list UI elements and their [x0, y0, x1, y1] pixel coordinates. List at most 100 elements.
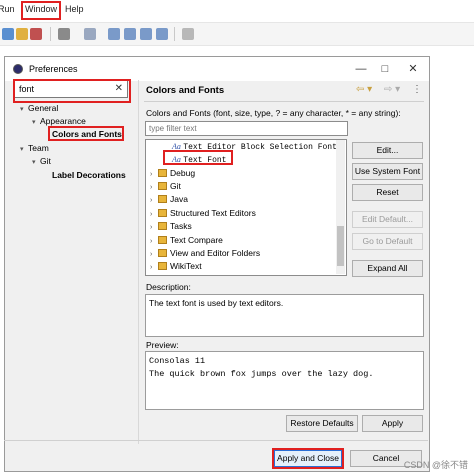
list-item-label: Debug [170, 168, 196, 178]
type-filter-placeholder: type filter text [149, 124, 197, 133]
history-forward-icon[interactable] [156, 28, 168, 40]
tree-item-appearance[interactable]: ▾ Appearance [32, 116, 86, 126]
tree-item-team[interactable]: ▾ Team [20, 143, 49, 153]
expand-icon[interactable]: › [150, 197, 158, 204]
apply-close-highlight [272, 448, 344, 469]
use-system-font-button[interactable]: Use System Font [352, 163, 423, 180]
panel-divider[interactable] [138, 80, 139, 444]
list-item-debug[interactable]: › Debug [150, 168, 195, 181]
annotation-icon[interactable] [58, 28, 70, 40]
expand-icon[interactable]: ▾ [32, 118, 40, 126]
toolbar-separator [50, 27, 51, 41]
tree-item-label: Git [40, 156, 51, 166]
list-item-view-editor-folders[interactable]: › View and Editor Folders [150, 248, 260, 261]
menu-help[interactable]: Help [65, 4, 84, 14]
edit-default-button[interactable]: Edit Default... [352, 211, 423, 228]
expand-icon[interactable]: › [150, 184, 158, 191]
colors-fonts-highlight [48, 126, 124, 141]
eclipse-icon [13, 64, 23, 74]
view-icon[interactable] [182, 28, 194, 40]
list-item-tasks[interactable]: › Tasks [150, 221, 192, 234]
toolbar [0, 22, 474, 46]
list-item-git[interactable]: › Git [150, 181, 181, 194]
tree-item-label: General [28, 103, 59, 113]
preview-line: The quick brown fox jumps over the lazy … [149, 369, 374, 379]
dialog-title: Preferences [29, 64, 78, 74]
expand-icon[interactable]: › [150, 251, 158, 258]
menubar: Run Window Help [0, 0, 474, 22]
toolbar-separator [174, 27, 175, 41]
footer-separator [4, 440, 428, 441]
list-item-label: Git [170, 181, 181, 191]
expand-icon[interactable]: › [150, 224, 158, 231]
expand-icon[interactable]: › [150, 171, 158, 178]
tree-item-git[interactable]: ▾ Git [32, 156, 51, 166]
preview-line: Consolas 11 [149, 356, 206, 366]
description-label: Description: [146, 282, 191, 292]
minimize-button[interactable]: — [353, 61, 369, 77]
dialog-titlebar: Preferences — □ ✕ [5, 57, 429, 81]
filter-highlight [13, 79, 131, 103]
tool-icon[interactable] [30, 28, 42, 40]
edit-button[interactable]: Edit... [352, 142, 423, 159]
list-item-java[interactable]: › Java [150, 194, 188, 207]
tree-item-label-decorations[interactable]: Label Decorations [52, 170, 126, 180]
list-item-label: WikiText [170, 261, 202, 271]
history-back-icon[interactable] [140, 28, 152, 40]
close-button[interactable]: ✕ [405, 61, 421, 77]
pin-icon[interactable] [84, 28, 96, 40]
new-icon[interactable] [2, 28, 14, 40]
scrollbar-thumb[interactable] [337, 226, 344, 266]
forward-arrow-icon[interactable]: ⇨ ▾ [384, 84, 400, 95]
type-filter-input[interactable]: type filter text [145, 121, 348, 136]
menu-run[interactable]: Run [0, 4, 15, 14]
folder-icon [158, 222, 167, 230]
back-icon[interactable] [108, 28, 120, 40]
font-description-box: The text font is used by text editors. [145, 294, 424, 337]
list-item-label: Java [170, 194, 188, 204]
watermark: CSDN @徐不错 [403, 460, 468, 470]
tree-item-label: Team [28, 143, 49, 153]
maximize-button[interactable]: □ [377, 61, 393, 77]
list-item-text-compare[interactable]: › Text Compare [150, 235, 223, 248]
restore-defaults-button[interactable]: Restore Defaults [286, 415, 358, 432]
expand-icon[interactable]: ▾ [20, 105, 28, 113]
text-font-highlight [163, 150, 233, 165]
preview-box: Consolas 11 The quick brown fox jumps ov… [145, 351, 424, 410]
expand-icon[interactable]: › [150, 264, 158, 271]
back-arrow-icon[interactable]: ⇦ ▾ [356, 84, 372, 95]
folder-icon [158, 209, 167, 217]
font-description-text: The text font is used by text editors. [149, 298, 284, 308]
tree-item-general[interactable]: ▾ General [20, 103, 58, 113]
folder-icon [158, 182, 167, 190]
open-icon[interactable] [16, 28, 28, 40]
expand-icon[interactable]: › [150, 238, 158, 245]
page-title: Colors and Fonts [146, 85, 225, 96]
folder-icon [158, 236, 167, 244]
page-description: Colors and Fonts (font, size, type, ? = … [146, 108, 401, 118]
list-item-label: View and Editor Folders [170, 248, 261, 258]
list-item-label: Tasks [170, 221, 192, 231]
apply-button[interactable]: Apply [362, 415, 423, 432]
tree-item-label: Appearance [40, 116, 86, 126]
window-menu-highlight [21, 1, 61, 20]
folder-icon [158, 195, 167, 203]
menu-icon[interactable]: ⋮ [412, 84, 422, 95]
folder-icon [158, 262, 167, 270]
list-item-label: Structured Text Editors [170, 208, 256, 218]
forward-icon[interactable] [124, 28, 136, 40]
reset-button[interactable]: Reset [352, 184, 423, 201]
expand-icon[interactable]: ▾ [32, 158, 40, 166]
header-separator [144, 101, 424, 102]
expand-all-button[interactable]: Expand All [352, 260, 423, 277]
expand-icon[interactable]: ▾ [20, 145, 28, 153]
preview-label: Preview: [146, 340, 179, 350]
list-item-structured-text-editors[interactable]: › Structured Text Editors [150, 208, 256, 221]
expand-icon[interactable]: › [150, 211, 158, 218]
go-to-default-button[interactable]: Go to Default [352, 233, 423, 250]
folder-icon [158, 169, 167, 177]
list-item-label: Text Compare [170, 235, 223, 245]
list-item-wikitext[interactable]: › WikiText [150, 261, 202, 274]
folder-icon [158, 249, 167, 257]
tree-item-label: Label Decorations [52, 170, 126, 180]
